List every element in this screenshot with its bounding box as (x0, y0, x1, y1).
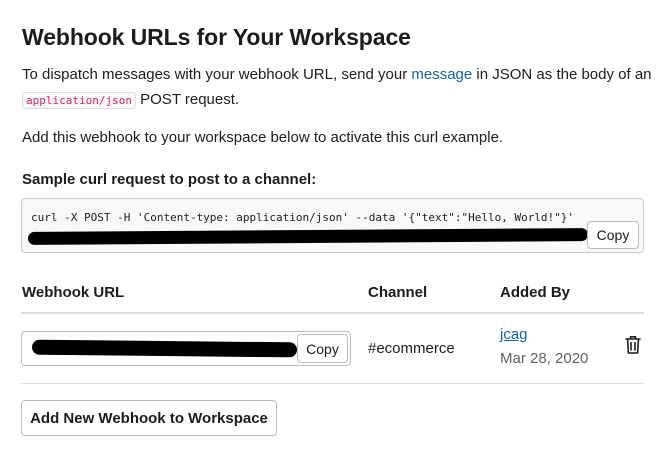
curl-line-1: curl -X POST -H 'Content-type: applicati… (31, 211, 575, 224)
copy-webhook-url-button[interactable]: Copy (297, 334, 348, 363)
intro-text: To dispatch messages with your webhook U… (22, 62, 652, 113)
added-by-user-link[interactable]: jcag (500, 326, 528, 343)
added-date: Mar 28, 2020 (500, 350, 589, 367)
webhook-channel: #ecommerce (368, 340, 455, 357)
activate-text: Add this webhook to your workspace below… (22, 129, 504, 146)
table-row-divider (21, 383, 644, 384)
column-header-channel: Channel (368, 284, 428, 301)
curl-code-block[interactable]: curl -X POST -H 'Content-type: applicati… (21, 198, 644, 253)
table-header-divider (21, 312, 644, 314)
intro-before-link: To dispatch messages with your webhook U… (22, 66, 412, 83)
redacted-url-mark (31, 339, 298, 358)
column-header-webhook-url: Webhook URL (22, 284, 125, 301)
page-title: Webhook URLs for Your Workspace (22, 24, 411, 50)
sample-curl-label: Sample curl request to post to a channel… (22, 171, 317, 188)
content-type-code: application/json (22, 92, 136, 109)
copy-curl-button[interactable]: Copy (587, 221, 639, 249)
redacted-url-mark (27, 228, 589, 245)
intro-end: POST request. (135, 91, 240, 108)
column-header-added-by: Added By (500, 284, 571, 301)
intro-after-link: in JSON as the body of an (472, 66, 652, 83)
trash-icon[interactable] (624, 335, 642, 355)
message-link[interactable]: message (411, 66, 472, 83)
add-new-webhook-button[interactable]: Add New Webhook to Workspace (21, 400, 277, 436)
